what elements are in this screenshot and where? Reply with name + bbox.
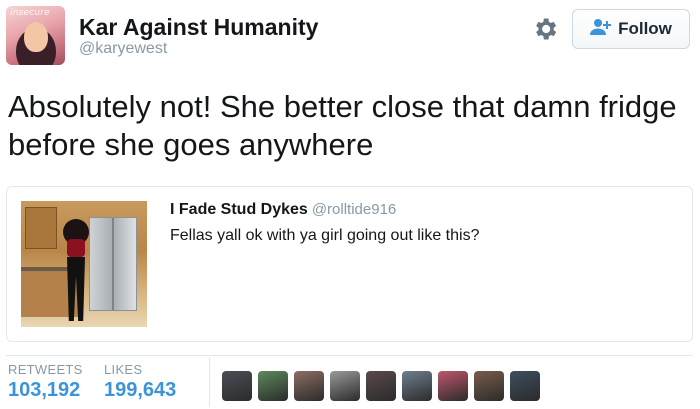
stats-divider xyxy=(6,355,693,356)
user-display-name[interactable]: Kar Against Humanity xyxy=(79,14,318,41)
liker-avatar[interactable] xyxy=(510,371,540,401)
retweets-count: 103,192 xyxy=(8,379,81,401)
liker-avatars xyxy=(222,371,540,401)
follow-button-label: Follow xyxy=(618,19,672,38)
liker-avatar[interactable] xyxy=(294,371,324,401)
liker-avatar[interactable] xyxy=(474,371,504,401)
quoted-author-name: I Fade Stud Dykes xyxy=(170,201,308,218)
retweets-label: RETWEETS xyxy=(8,362,83,377)
liker-avatar[interactable] xyxy=(330,371,360,401)
avatar-watermark-text: insecure xyxy=(10,8,50,18)
quoted-tweet-card[interactable]: I Fade Stud Dykes @rolltide916 Fellas yal… xyxy=(6,186,693,342)
retweets-stat[interactable]: RETWEETS 103,192 xyxy=(8,362,83,402)
quoted-tweet-text: Fellas yall ok with ya girl going out li… xyxy=(170,227,480,244)
avatar-face xyxy=(24,22,48,52)
user-handle[interactable]: @karyewest xyxy=(79,40,167,58)
add-user-icon xyxy=(590,18,612,41)
gear-icon[interactable] xyxy=(531,15,559,43)
likes-stat[interactable]: LIKES 199,643 xyxy=(104,362,176,402)
likes-count: 199,643 xyxy=(104,379,177,401)
liker-avatar[interactable] xyxy=(222,371,252,401)
likes-label: LIKES xyxy=(104,362,143,377)
image-cabinet xyxy=(25,207,57,249)
user-avatar[interactable]: insecure xyxy=(6,6,65,65)
quoted-author-handle: @rolltide916 xyxy=(311,201,397,218)
liker-avatar[interactable] xyxy=(438,371,468,401)
image-fridge xyxy=(89,217,137,311)
follow-button[interactable]: Follow xyxy=(572,9,690,49)
quoted-tweet-image[interactable] xyxy=(21,201,147,327)
stats-vertical-divider xyxy=(209,357,210,407)
liker-avatar[interactable] xyxy=(258,371,288,401)
liker-avatar[interactable] xyxy=(402,371,432,401)
image-person-top xyxy=(67,239,85,257)
quoted-tweet-author[interactable]: I Fade Stud Dykes @rolltide916 xyxy=(170,201,396,219)
tweet-text: Absolutely not! She better close that da… xyxy=(8,89,677,162)
liker-avatar[interactable] xyxy=(366,371,396,401)
